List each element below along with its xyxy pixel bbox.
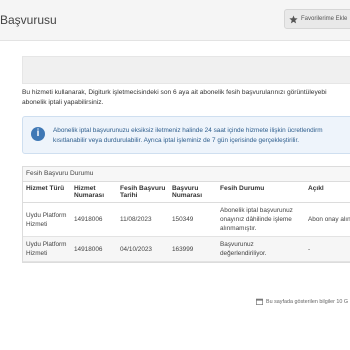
- table-cell: 150349: [169, 202, 217, 237]
- table-cell: 163999: [169, 236, 217, 262]
- table-cell: -: [305, 236, 350, 262]
- page-title: Başvurusu: [0, 13, 57, 27]
- info-line: kısıtlanabilir veya durdurulabilir. Ayrı…: [53, 137, 300, 144]
- column-header: Açıkl: [305, 182, 350, 203]
- column-header: Başvuru Numarası: [169, 182, 217, 203]
- table-cell: Abon onay alınn: [305, 202, 350, 237]
- top-bar: Başvurusu Favorilerime Ekle: [0, 0, 350, 41]
- footer-note: Bu sayfada gösterilen bilgiler 10 G: [256, 298, 348, 305]
- table-cell: Uydu Platform Hizmeti: [23, 236, 71, 262]
- service-header-band: [22, 56, 350, 84]
- info-icon: i: [31, 127, 45, 141]
- table-caption: Fesih Başvuru Durumu: [23, 167, 350, 182]
- table-cell: 04/10/2023: [117, 236, 169, 262]
- info-line: Abonelik iptal başvurunuzu eksiksiz ilet…: [53, 127, 323, 134]
- intro-line: abonelik iptali yapabilirsiniz.: [22, 99, 104, 106]
- table-cell: Abonelik iptal başvurunuz onayınız dâhil…: [217, 202, 305, 237]
- intro-line: Bu hizmeti kullanarak, Digiturk işletmec…: [22, 89, 327, 96]
- column-header: Fesih Durumu: [217, 182, 305, 203]
- add-to-favorites-button[interactable]: Favorilerime Ekle: [284, 9, 350, 29]
- column-header: Fesih Başvuru Tarihi: [117, 182, 169, 203]
- star-icon: [289, 14, 298, 23]
- table-row: Uydu Platform Hizmeti 14918006 04/10/202…: [23, 236, 350, 262]
- info-alert: i Abonelik iptal başvurunuzu eksiksiz il…: [22, 116, 350, 154]
- table-cell: Başvurunuz değerlendiriliyor.: [217, 236, 305, 262]
- intro-text: Bu hizmeti kullanarak, Digiturk işletmec…: [22, 88, 350, 108]
- table-cell: Uydu Platform Hizmeti: [23, 202, 71, 237]
- table-row: Uydu Platform Hizmeti 14918006 11/08/202…: [23, 202, 350, 237]
- info-text: Abonelik iptal başvurunuzu eksiksiz ilet…: [53, 126, 323, 146]
- cancellation-status-table: Fesih Başvuru Durumu Hizmet Türü Hizmet …: [22, 166, 350, 263]
- favorite-label: Favorilerime Ekle: [301, 16, 348, 22]
- calendar-icon: [256, 298, 263, 305]
- table-cell: 14918006: [71, 202, 117, 237]
- table-header-row: Hizmet Türü Hizmet Numarası Fesih Başvur…: [23, 182, 350, 203]
- table-cell: 14918006: [71, 236, 117, 262]
- column-header: Hizmet Türü: [23, 182, 71, 203]
- footer-note-text: Bu sayfada gösterilen bilgiler 10 G: [266, 298, 349, 305]
- column-header: Hizmet Numarası: [71, 182, 117, 203]
- table-cell: 11/08/2023: [117, 202, 169, 237]
